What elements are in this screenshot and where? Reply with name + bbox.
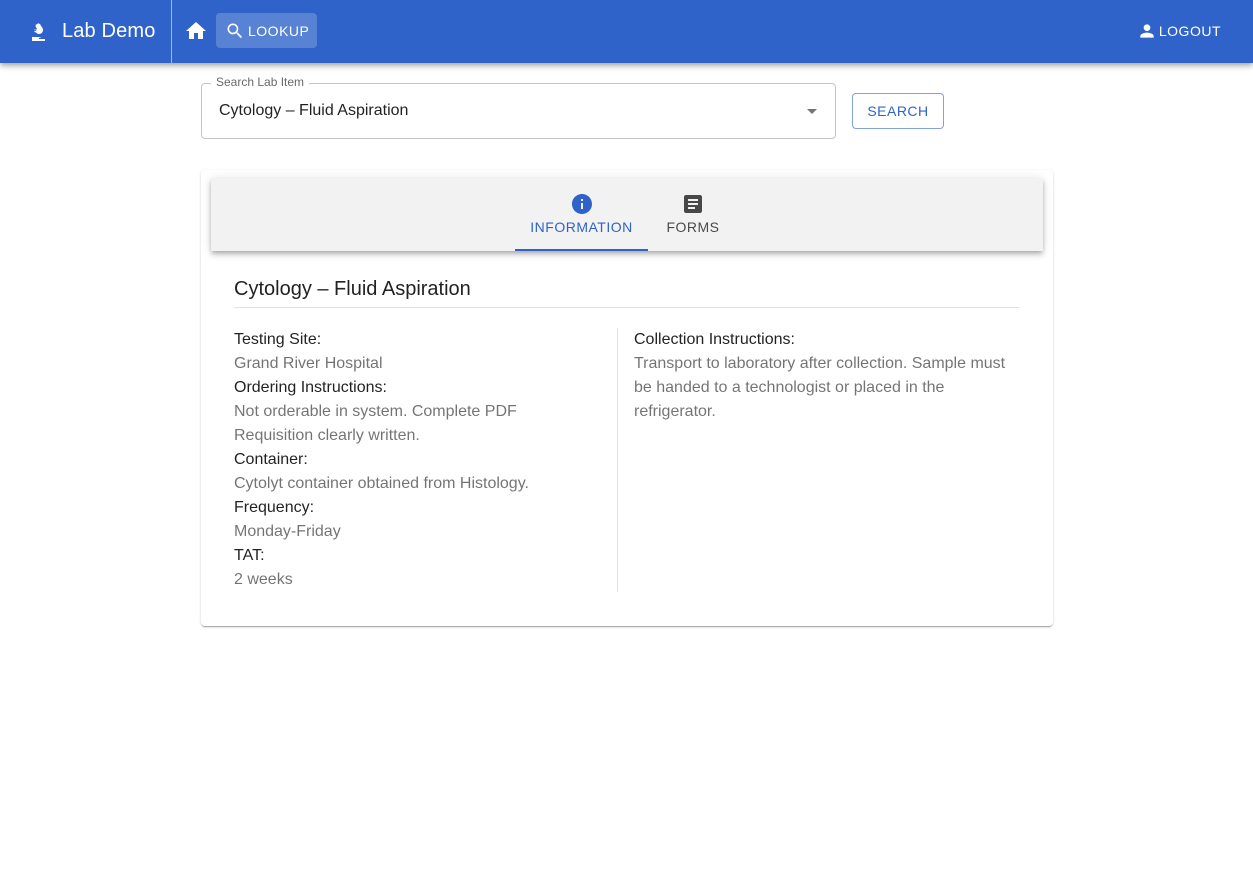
app-bar: Lab Demo LOOKUP LOGOUT (0, 0, 1253, 63)
brand[interactable]: Lab Demo (26, 0, 155, 63)
appbar-divider (171, 0, 172, 63)
document-icon (684, 195, 702, 213)
details-left-column: Testing Site: Grand River Hospital Order… (234, 328, 614, 592)
testing-site-value: Grand River Hospital (234, 355, 383, 372)
search-icon (227, 23, 243, 38)
active-tab-indicator (515, 249, 648, 251)
logout-button[interactable]: LOGOUT (1137, 14, 1221, 48)
tab-information[interactable]: INFORMATION (515, 178, 648, 251)
title-divider (234, 307, 1019, 308)
search-field-value: Cytology – Fluid Aspiration (219, 102, 409, 119)
info-icon (571, 194, 592, 214)
testing-site-label: Testing Site: (234, 331, 322, 348)
lookup-button[interactable]: LOOKUP (216, 13, 317, 48)
logout-label: LOGOUT (1158, 23, 1221, 39)
tab-forms[interactable]: FORMS (648, 178, 738, 251)
dropdown-arrow-icon[interactable] (800, 99, 824, 123)
search-lab-item-select[interactable]: Search Lab Item Cytology – Fluid Aspirat… (201, 75, 836, 139)
search-button[interactable]: SEARCH (852, 93, 944, 129)
container-label: Container: (234, 451, 308, 468)
item-title: Cytology – Fluid Aspiration (234, 278, 471, 300)
person-icon (1140, 24, 1154, 38)
column-divider (617, 328, 618, 592)
tat-label: TAT: (234, 547, 265, 564)
home-button[interactable] (182, 14, 210, 48)
frequency-value: Monday-Friday (234, 523, 341, 540)
ordering-instructions-label: Ordering Instructions: (234, 379, 387, 396)
app-title: Lab Demo (62, 20, 156, 42)
tab-forms-label: FORMS (666, 219, 720, 235)
tat-value: 2 weeks (234, 571, 293, 588)
home-icon (186, 22, 206, 39)
details-right-column: Collection Instructions: Transport to la… (634, 328, 1019, 424)
lab-item-card: INFORMATION FORMS Cytology – Fluid Aspir… (201, 170, 1053, 626)
microscope-icon (32, 22, 45, 41)
collection-instructions-value: Transport to laboratory after collection… (634, 355, 1006, 420)
ordering-instructions-value: Not orderable in system. Complete PDF Re… (234, 403, 517, 444)
tabs-bar: INFORMATION FORMS (211, 178, 1043, 251)
tab-information-label: INFORMATION (530, 219, 633, 235)
lookup-label: LOOKUP (248, 22, 310, 39)
container-value: Cytolyt container obtained from Histolog… (234, 475, 529, 492)
collection-instructions-label: Collection Instructions: (634, 331, 795, 348)
frequency-label: Frequency: (234, 499, 315, 516)
